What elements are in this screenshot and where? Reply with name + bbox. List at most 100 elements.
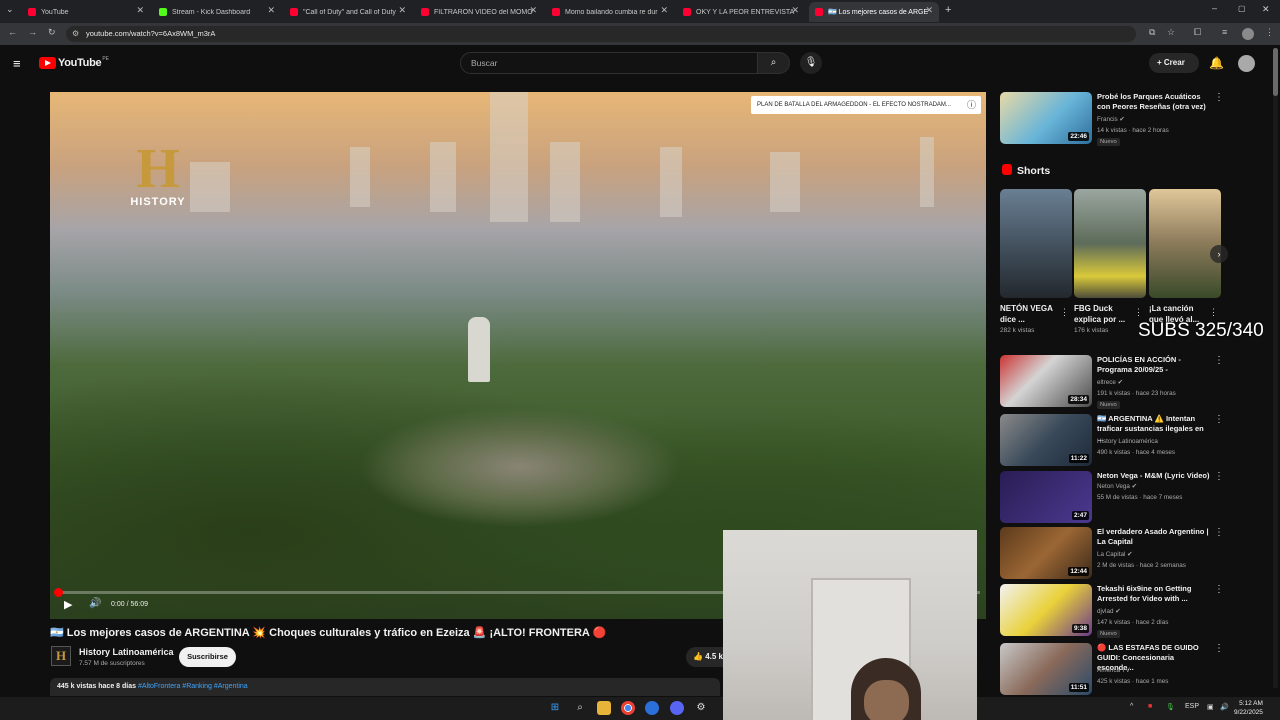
address-bar[interactable]: ⚙ youtube.com/watch?v=6Ax8WM_m3rA	[66, 26, 1136, 42]
close-icon[interactable]: ✕	[791, 5, 799, 16]
progress-scrubber[interactable]	[54, 588, 63, 597]
close-icon[interactable]: ✕	[660, 5, 668, 16]
more-options-icon[interactable]: ⋮	[1209, 307, 1218, 318]
channel-name[interactable]: Francis ✔	[1097, 116, 1125, 123]
video-info-card[interactable]: PLAN DE BATALLA DEL ARMAGEDDON - EL EFEC…	[751, 96, 981, 114]
recommended-video[interactable]: 12:44 El verdadero Asado Argentino | La …	[1000, 527, 1230, 579]
reload-icon[interactable]: ↻	[48, 27, 56, 38]
short-thumbnail[interactable]	[1000, 189, 1072, 298]
close-icon[interactable]: ✕	[267, 5, 275, 16]
channel-avatar[interactable]: H	[51, 646, 71, 666]
more-options-icon[interactable]: ⋮	[1214, 643, 1224, 654]
short-item[interactable]: FBG Duck explica por ... 176 k vistas ⋮	[1074, 189, 1146, 334]
youtube-logo[interactable]: YouTube PE	[39, 56, 109, 69]
video-thumbnail[interactable]: 9:38	[1000, 584, 1092, 636]
recommended-video[interactable]: 22:46 Probé los Parques Acuáticos con Pe…	[1000, 92, 1230, 152]
new-tab-icon[interactable]: +	[945, 4, 951, 16]
channel-name[interactable]: History Latinoamérica	[1097, 438, 1158, 445]
recommended-video[interactable]: 2:47 Neton Vega - M&M (Lyric Video) Neto…	[1000, 471, 1230, 523]
video-thumbnail[interactable]: 11:51	[1000, 643, 1092, 695]
recommended-video[interactable]: 28:34 POLICÍAS EN ACCIÓN - Programa 20/0…	[1000, 355, 1230, 411]
scrollbar-thumb[interactable]	[1273, 48, 1278, 96]
like-button[interactable]: 👍 4.5 k	[686, 647, 726, 667]
short-title[interactable]: FBG Duck explica por ...	[1074, 303, 1130, 325]
video-thumbnail[interactable]: 22:46	[1000, 92, 1092, 144]
speaker-icon[interactable]: 🔊	[1220, 703, 1229, 711]
video-thumbnail[interactable]: 28:34	[1000, 355, 1092, 407]
close-icon[interactable]: ✕	[398, 5, 406, 16]
media-control-icon[interactable]: ≡	[1222, 27, 1227, 37]
maximize-icon[interactable]: ▢	[1238, 4, 1246, 13]
info-icon[interactable]: ⓘ	[967, 96, 976, 114]
more-options-icon[interactable]: ⋮	[1134, 307, 1143, 318]
video-thumbnail[interactable]: 12:44	[1000, 527, 1092, 579]
close-icon[interactable]: ✕	[529, 5, 537, 16]
scrollbar[interactable]	[1273, 48, 1278, 688]
hashtags[interactable]: #AltoFrontera #Ranking #Argentina	[138, 683, 248, 690]
notifications-bell-icon[interactable]: 🔔	[1209, 56, 1224, 70]
discord-icon[interactable]	[670, 701, 684, 715]
more-options-icon[interactable]: ⋮	[1214, 471, 1224, 482]
network-icon[interactable]: ▣	[1207, 703, 1214, 711]
tab-oky-entrevista[interactable]: OKY Y LA PEOR ENTREVISTA D ✕	[677, 2, 805, 22]
browser-menu-icon[interactable]: ⋮	[1265, 27, 1274, 38]
settings-gear-icon[interactable]: ⚙	[694, 701, 708, 715]
tab-kick-dashboard[interactable]: Stream - Kick Dashboard ✕	[153, 2, 281, 22]
language-indicator[interactable]: ESP	[1185, 703, 1199, 710]
tab-filtraron-video[interactable]: FILTRARON VIDEO del MOMO ✕	[415, 2, 543, 22]
search-input[interactable]: Buscar	[460, 52, 758, 74]
short-thumbnail[interactable]	[1074, 189, 1146, 298]
minimize-icon[interactable]: –	[1212, 3, 1217, 13]
channel-name[interactable]: Neton Vega ✔	[1097, 483, 1137, 490]
show-hidden-icons-icon[interactable]: ^	[1130, 703, 1133, 710]
file-explorer-icon[interactable]	[597, 701, 611, 715]
channel-name[interactable]: djvlad ✔	[1097, 608, 1120, 615]
back-icon[interactable]: ←	[8, 27, 17, 37]
recommended-video[interactable]: 11:22 🇦🇷 ARGENTINA ⚠️ Intentan traficar …	[1000, 414, 1230, 470]
search-button[interactable]: ⌕	[757, 52, 790, 74]
subscribe-button[interactable]: Suscribirse	[179, 647, 236, 667]
video-title[interactable]: Neton Vega - M&M (Lyric Video)	[1097, 471, 1212, 481]
video-title[interactable]: Tekashi 6ix9ine on Getting Arrested for …	[1097, 584, 1212, 604]
volume-icon[interactable]: 🔊	[89, 598, 101, 609]
video-title[interactable]: Probé los Parques Acuáticos con Peores R…	[1097, 92, 1212, 112]
system-clock[interactable]: 5:12 AM 9/22/2025	[1234, 699, 1263, 717]
video-title[interactable]: POLICÍAS EN ACCIÓN - Programa 20/09/25 -	[1097, 355, 1212, 375]
play-icon[interactable]: ▶	[64, 598, 72, 611]
more-options-icon[interactable]: ⋮	[1214, 92, 1224, 103]
profile-avatar[interactable]	[1242, 28, 1254, 40]
video-title[interactable]: El verdadero Asado Argentino | La Capita…	[1097, 527, 1212, 547]
account-avatar[interactable]	[1238, 55, 1255, 72]
extensions-icon[interactable]: ⧠	[1194, 27, 1201, 38]
tab-momo-bailando[interactable]: Momo bailando cumbia re dur ✕	[546, 2, 674, 22]
more-options-icon[interactable]: ⋮	[1214, 584, 1224, 595]
recommended-video[interactable]: 9:38 Tekashi 6ix9ine on Getting Arrested…	[1000, 584, 1230, 640]
video-thumbnail[interactable]: 11:22	[1000, 414, 1092, 466]
recommended-video[interactable]: 11:51 🔴 LAS ESTAFAS DE GUIDO GUIDI: Conc…	[1000, 643, 1230, 695]
tray-app-icon[interactable]: ■	[1148, 703, 1152, 710]
shorts-next-button[interactable]: ›	[1210, 245, 1228, 263]
forward-icon[interactable]: →	[28, 27, 37, 37]
video-thumbnail[interactable]: 2:47	[1000, 471, 1092, 523]
tab-youtube[interactable]: YouTube ✕	[22, 2, 150, 22]
close-icon[interactable]: ✕	[136, 5, 144, 16]
tab-call-of-duty[interactable]: "Call of Duty" and Call of Duty ✕	[284, 2, 412, 22]
channel-name[interactable]: eltrece ✔	[1097, 379, 1123, 386]
create-button[interactable]: + Crear	[1149, 53, 1199, 73]
tab-list-chevron-icon[interactable]: ⌄	[6, 4, 14, 15]
microphone-icon[interactable]: 🎙	[1166, 703, 1175, 711]
hamburger-menu-icon[interactable]: ≡	[13, 56, 21, 71]
window-close-icon[interactable]: ✕	[1262, 4, 1270, 15]
windows-start-icon[interactable]: ⊞	[548, 701, 562, 715]
short-title[interactable]: NETÓN VEGA dice ...	[1000, 303, 1056, 325]
channel-name[interactable]: History Latinoamérica	[79, 647, 174, 657]
channel-name[interactable]: América TV	[1097, 667, 1130, 674]
more-options-icon[interactable]: ⋮	[1060, 307, 1069, 318]
short-item[interactable]: NETÓN VEGA dice ... 282 k vistas ⋮	[1000, 189, 1072, 334]
close-icon[interactable]: ✕	[925, 5, 933, 16]
bookmark-star-icon[interactable]: ☆	[1167, 27, 1175, 38]
more-options-icon[interactable]: ⋮	[1214, 527, 1224, 538]
app-icon[interactable]	[645, 701, 659, 715]
voice-search-button[interactable]: 🎙	[800, 52, 822, 74]
description-box[interactable]: 445 k vistas hace 8 días #AltoFrontera #…	[50, 678, 720, 696]
